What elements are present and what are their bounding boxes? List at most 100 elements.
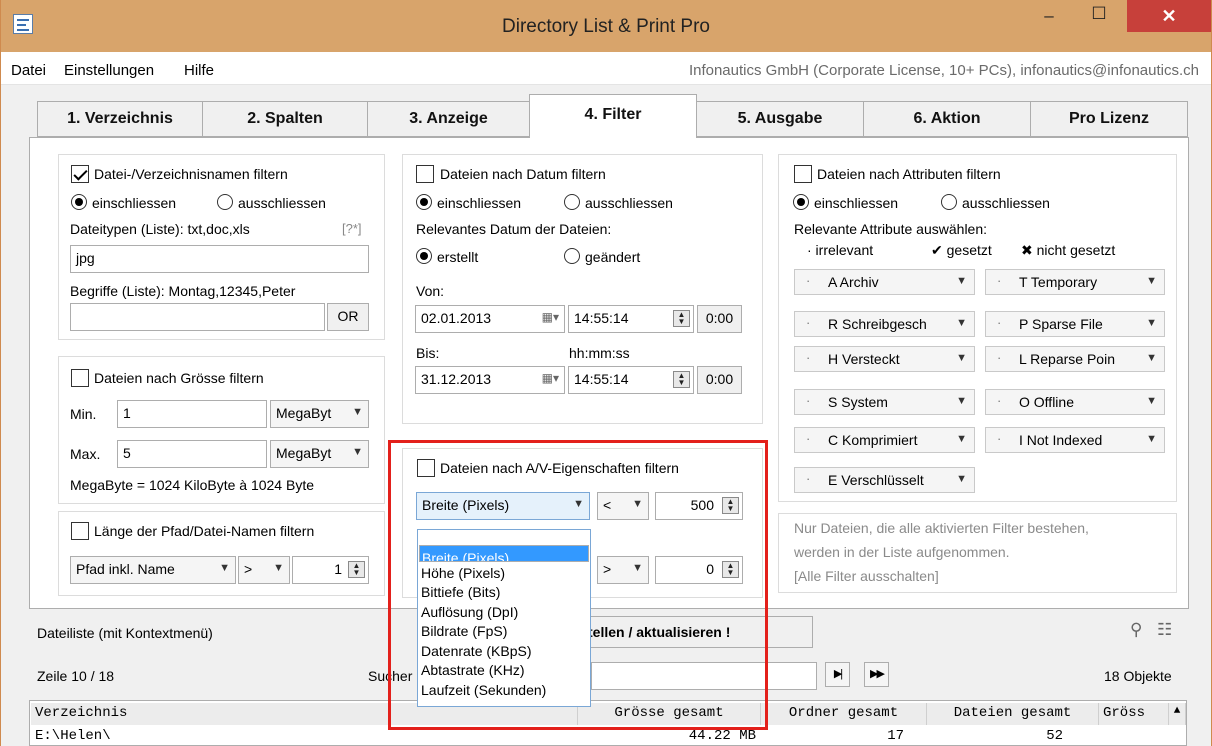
max-size-input[interactable]: 5 <box>117 440 267 468</box>
attribute-filter-checkbox[interactable] <box>794 165 812 183</box>
attr-notindexed-label: I Not Indexed <box>1019 432 1103 448</box>
min-size-input[interactable]: 1 <box>117 400 267 428</box>
attr-include-label: einschliessen <box>814 195 899 211</box>
name-exclude-radio[interactable] <box>217 194 233 210</box>
close-button[interactable]: ✕ <box>1127 0 1211 32</box>
fast-forward-icon[interactable]: ▶▶ <box>864 662 889 687</box>
path-filter-checkbox[interactable] <box>71 522 89 540</box>
dot-icon: · <box>997 393 1002 408</box>
legend-set: ✔ gesetzt <box>931 242 992 258</box>
filter-icon[interactable]: ⚲ <box>1130 620 1142 640</box>
menu-hilfe[interactable]: Hilfe <box>184 62 214 79</box>
attr-archiv-select[interactable]: · A Archiv ▼ <box>794 269 975 295</box>
chevron-down-icon: ▼ <box>956 275 967 287</box>
to-time-spinner[interactable]: ▲ ▼ <box>673 371 690 388</box>
license-info: Infonautics GmbH (Corporate License, 10+… <box>688 62 1199 79</box>
dot-icon: · <box>997 315 1002 330</box>
modified-radio[interactable] <box>564 248 580 264</box>
info-line-1: Nur Dateien, die alle aktivierten Filter… <box>794 520 1089 536</box>
name-filter-checkbox[interactable] <box>71 165 89 183</box>
chevron-down-icon: ▼ <box>1146 317 1157 329</box>
name-exclude-label: ausschliessen <box>238 195 326 211</box>
attr-sparse-select[interactable]: · P Sparse File ▼ <box>985 311 1165 337</box>
chevron-down-icon: ▼ <box>1146 433 1157 445</box>
calendar-icon[interactable]: ▦▾ <box>542 371 559 385</box>
scroll-up-icon[interactable]: ▲ <box>1169 703 1186 725</box>
maximize-button[interactable]: ☐ <box>1075 4 1123 36</box>
min-label: Min. <box>70 406 97 422</box>
attribute-filter-label: Dateien nach Attributen filtern <box>817 166 1001 182</box>
attr-hidden-select[interactable]: · H Versteckt ▼ <box>794 346 975 372</box>
disable-filters-link[interactable]: [Alle Filter ausschalten] <box>794 568 939 584</box>
col-groesse-2[interactable]: Gröss <box>1099 703 1169 725</box>
tab-aktion[interactable]: 6. Aktion <box>863 101 1031 137</box>
attr-readonly-select[interactable]: · R Schreibgesch ▼ <box>794 311 975 337</box>
types-label: Dateitypen (Liste): txt,doc,xls <box>70 221 250 237</box>
minimize-button[interactable]: – <box>1025 6 1073 38</box>
max-unit-select[interactable]: MegaByt ▼ <box>270 440 369 468</box>
from-date-picker[interactable]: 02.01.2013 ▦▾ <box>415 305 565 333</box>
terms-input[interactable] <box>70 303 325 331</box>
play-next-icon[interactable]: ▶| <box>825 662 850 687</box>
name-include-radio[interactable] <box>71 194 87 210</box>
attr-system-select[interactable]: · S System ▼ <box>794 389 975 415</box>
chevron-down-icon: ▼ <box>956 473 967 485</box>
wildcard-hint[interactable]: [?*] <box>342 221 362 236</box>
from-time-spinner[interactable]: ▲ ▼ <box>673 310 690 327</box>
to-date-picker[interactable]: 31.12.2013 ▦▾ <box>415 366 565 394</box>
date-exclude-radio[interactable] <box>564 194 580 210</box>
attr-temporary-select[interactable]: · T Temporary ▼ <box>985 269 1165 295</box>
legend-not-set: ✖ nicht gesetzt <box>1021 242 1116 258</box>
file-list-label: Dateiliste (mit Kontextmenü) <box>37 625 213 641</box>
attr-notindexed-select[interactable]: · I Not Indexed ▼ <box>985 427 1165 453</box>
created-radio[interactable] <box>416 248 432 264</box>
path-mode-select[interactable]: Pfad inkl. Name ▼ <box>70 556 236 584</box>
date-include-label: einschliessen <box>437 195 522 211</box>
tree-icon[interactable]: ☷ <box>1157 620 1172 640</box>
tab-spalten[interactable]: 2. Spalten <box>202 101 368 137</box>
chevron-down-icon: ▼ <box>352 406 363 418</box>
tab-pro-lizenz[interactable]: Pro Lizenz <box>1030 101 1188 137</box>
max-unit-value: MegaByt <box>276 445 332 461</box>
chevron-down-icon: ▼ <box>352 446 363 458</box>
path-operator-select[interactable]: > ▼ <box>238 556 290 584</box>
col-ordner[interactable]: Ordner gesamt <box>761 703 927 725</box>
attr-encrypted-select[interactable]: · E Verschlüsselt ▼ <box>794 467 975 493</box>
attr-reparse-select[interactable]: · L Reparse Poin ▼ <box>985 346 1165 372</box>
from-reset-button[interactable]: 0:00 <box>697 305 742 333</box>
app-window: Directory List & Print Pro – ☐ ✕ Datei E… <box>0 0 1212 746</box>
calendar-icon[interactable]: ▦▾ <box>542 310 559 324</box>
size-filter-checkbox[interactable] <box>71 369 89 387</box>
attr-offline-label: O Offline <box>1019 394 1074 410</box>
to-reset-button[interactable]: 0:00 <box>697 366 742 394</box>
cell-directory[interactable]: E:\Helen\ <box>35 728 111 746</box>
dot-icon: · <box>806 350 811 365</box>
dot-icon: · <box>997 273 1002 288</box>
chevron-down-icon: ▼ <box>1146 352 1157 364</box>
name-include-label: einschliessen <box>92 195 177 211</box>
tab-anzeige[interactable]: 3. Anzeige <box>367 101 530 137</box>
or-button[interactable]: OR <box>327 303 369 331</box>
date-filter-checkbox[interactable] <box>416 165 434 183</box>
attr-offline-select[interactable]: · O Offline ▼ <box>985 389 1165 415</box>
attr-exclude-label: ausschliessen <box>962 195 1050 211</box>
types-input[interactable]: jpg <box>70 245 369 273</box>
menu-datei[interactable]: Datei <box>11 62 46 79</box>
created-label: erstellt <box>437 249 479 265</box>
attr-exclude-radio[interactable] <box>941 194 957 210</box>
tab-filter[interactable]: 4. Filter <box>529 94 697 138</box>
tab-ausgabe[interactable]: 5. Ausgabe <box>696 101 864 137</box>
date-filter-label: Dateien nach Datum filtern <box>440 166 606 182</box>
chevron-down-icon: ▼ <box>273 562 284 574</box>
col-dateien[interactable]: Dateien gesamt <box>927 703 1099 725</box>
attr-compressed-select[interactable]: · C Komprimiert ▼ <box>794 427 975 453</box>
attr-include-radio[interactable] <box>793 194 809 210</box>
path-length-spinner[interactable]: ▲ ▼ <box>348 561 365 578</box>
time-format-hint: hh:mm:ss <box>569 345 630 361</box>
tab-verzeichnis[interactable]: 1. Verzeichnis <box>37 101 203 137</box>
size-unit-note: MegaByte = 1024 KiloByte à 1024 Byte <box>70 477 314 493</box>
modified-label: geändert <box>585 249 641 265</box>
min-unit-select[interactable]: MegaByt ▼ <box>270 400 369 428</box>
date-include-radio[interactable] <box>416 194 432 210</box>
menu-einstellungen[interactable]: Einstellungen <box>64 62 154 79</box>
